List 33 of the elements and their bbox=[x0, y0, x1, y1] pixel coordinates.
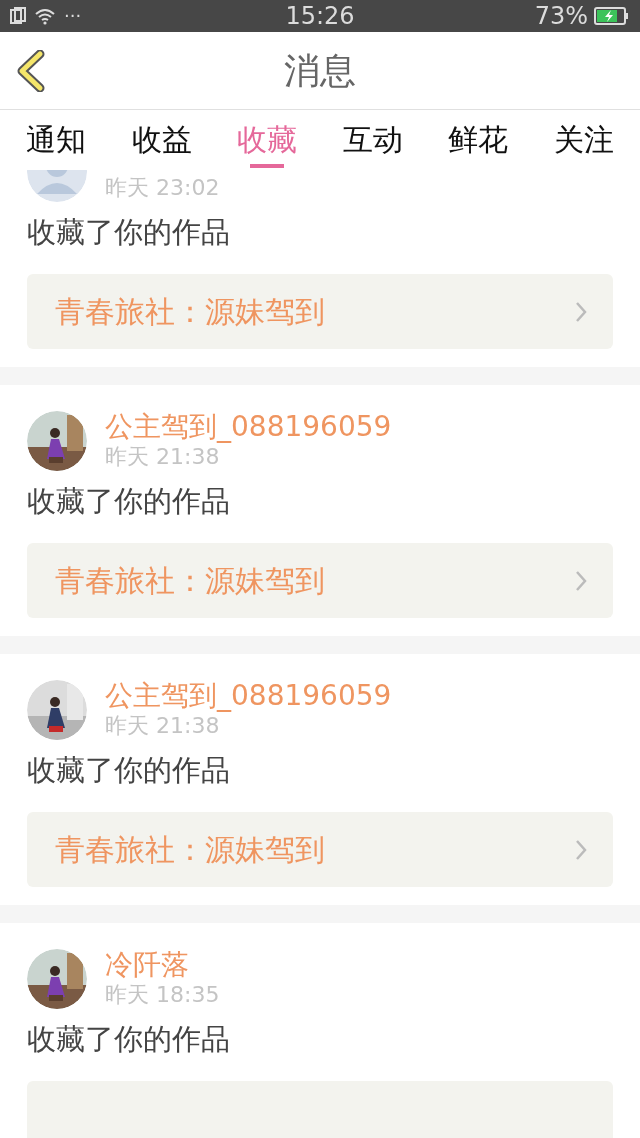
chevron-right-icon bbox=[575, 838, 587, 861]
tab[interactable]: 互动 bbox=[342, 110, 403, 170]
tab[interactable]: 关注 bbox=[553, 110, 614, 170]
tab[interactable]: 鲜花 bbox=[448, 110, 509, 170]
battery-percent: 73% bbox=[534, 1, 588, 32]
more-indicator: ··· bbox=[64, 7, 82, 25]
tab[interactable]: 收藏 bbox=[237, 110, 298, 170]
chevron-right-icon bbox=[575, 569, 587, 592]
wifi-icon bbox=[34, 7, 56, 25]
work-link[interactable]: 青春旅社：源妹驾到 bbox=[27, 543, 613, 618]
page-title: 消息 bbox=[284, 48, 356, 93]
message-text: 收藏了你的作品 bbox=[27, 483, 231, 520]
sim-icon bbox=[10, 7, 26, 25]
battery-charging-icon bbox=[594, 7, 630, 25]
message-time: 昨天 18:35 bbox=[105, 981, 220, 1009]
user-name[interactable]: 公主驾到_088196059 bbox=[105, 679, 392, 712]
message-text: 收藏了你的作品 bbox=[27, 214, 231, 251]
work-title: 青春旅社：源妹驾到 bbox=[55, 562, 325, 600]
clock: 15:26 bbox=[285, 1, 355, 32]
message-time: 昨天 23:02 bbox=[105, 174, 220, 202]
tab[interactable]: 收益 bbox=[131, 110, 192, 170]
tab[interactable]: 通知 bbox=[26, 110, 86, 170]
message-text: 收藏了你的作品 bbox=[27, 1021, 231, 1058]
work-link[interactable]: 青春旅社：源妹驾到 bbox=[27, 274, 613, 349]
work-link[interactable]: 青春旅社：源妹驾到 bbox=[27, 812, 613, 887]
message-time: 昨天 21:38 bbox=[105, 443, 221, 471]
message-time: 昨天 21:38 bbox=[105, 712, 221, 740]
work-title: 青春旅社：源妹驾到 bbox=[55, 831, 325, 869]
user-name[interactable]: 冷阡落 bbox=[105, 948, 189, 981]
chevron-right-icon bbox=[575, 300, 587, 323]
user-name[interactable]: 公主驾到_088196059 bbox=[105, 410, 392, 443]
message-text: 收藏了你的作品 bbox=[27, 752, 231, 789]
work-title: 青春旅社：源妹驾到 bbox=[55, 293, 325, 331]
